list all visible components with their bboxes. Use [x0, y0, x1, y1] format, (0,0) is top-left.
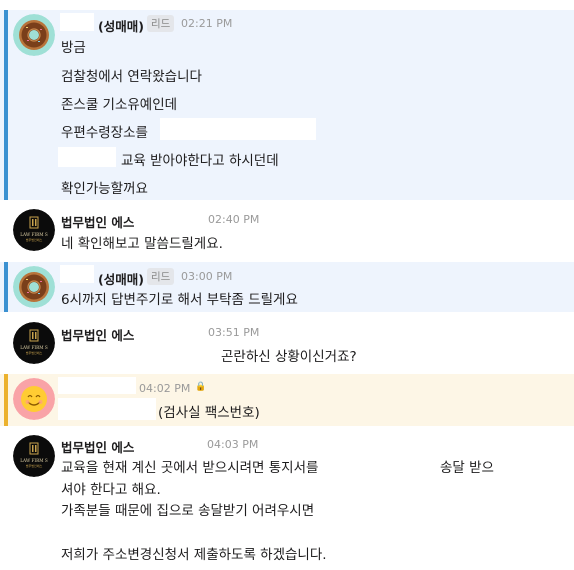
sender-name[interactable]: 법무법인 에스	[61, 325, 134, 344]
message-text: 6시까지 답변주기로 해서 부탁좀 드릴게요	[61, 292, 298, 308]
message-1: (성매매) 리드 02:21 PM 방금 검찰청에서 연락왔습니다 존스쿨 기소…	[0, 10, 574, 200]
highlight-bar	[4, 374, 8, 426]
message-6: LAW FIRM S 법무법인에스 법무법인 에스 04:03 PM 교육을 현…	[0, 431, 574, 570]
svg-text:LAW FIRM S: LAW FIRM S	[20, 458, 48, 463]
redacted-address	[160, 118, 316, 140]
message-text: (검사실 팩스번호)	[158, 405, 260, 421]
message-text: 가족분들 때문에 집으로 송달받기 어려우시면	[61, 503, 315, 519]
svg-text:법무법인에스: 법무법인에스	[26, 350, 43, 355]
svg-text:LAW FIRM S: LAW FIRM S	[20, 232, 48, 237]
message-text: 저희가 주소변경신청서 제출하도록 하겠습니다.	[61, 547, 327, 563]
message-2: LAW FIRM S 법무법인에스 법무법인 에스 02:40 PM 네 확인해…	[0, 205, 574, 257]
law-firm-logo-icon[interactable]: LAW FIRM S 법무법인에스	[13, 435, 55, 477]
message-3: (성매매) 리드 03:00 PM 6시까지 답변주기로 해서 부탁좀 드릴게요	[0, 262, 574, 312]
timestamp[interactable]: 03:51 PM	[208, 326, 259, 339]
message-text: 존스쿨 기소유예인데	[61, 97, 178, 113]
donut-avatar-icon[interactable]	[13, 266, 55, 308]
message-text: 교육을 현재 계신 곳에서 받으시려면 통지서를	[61, 460, 319, 476]
message-text: 셔야 한다고 해요.	[61, 482, 161, 498]
message-text: 우편수령장소를	[61, 125, 148, 141]
message-text: 검찰청에서 연락왔습니다	[61, 69, 202, 85]
law-firm-logo-icon[interactable]: LAW FIRM S 법무법인에스	[13, 209, 55, 251]
message-text: 송달 받으	[440, 460, 494, 476]
message-text: 확인가능할꺼요	[61, 181, 148, 197]
highlight-bar	[4, 10, 8, 200]
redacted-name	[58, 377, 136, 394]
redacted-text	[58, 147, 116, 167]
smile-avatar-icon[interactable]	[13, 378, 55, 420]
law-firm-logo-icon[interactable]: LAW FIRM S 법무법인에스	[13, 322, 55, 364]
redacted-name	[60, 13, 94, 31]
sender-name[interactable]: (성매매)	[98, 269, 144, 288]
svg-text:LAW FIRM S: LAW FIRM S	[20, 345, 48, 350]
redacted-name	[60, 265, 94, 283]
message-text: 네 확인해보고 말씀드릴게요.	[61, 236, 223, 252]
lead-tag: 리드	[147, 15, 175, 32]
sender-name[interactable]: 법무법인 에스	[61, 437, 134, 456]
timestamp[interactable]: 04:02 PM	[139, 382, 190, 395]
lock-icon: 🔒	[195, 382, 207, 392]
svg-text:법무법인에스: 법무법인에스	[26, 237, 43, 242]
redacted-fax-number	[58, 398, 156, 420]
lead-tag: 리드	[147, 268, 175, 285]
timestamp[interactable]: 02:40 PM	[208, 213, 259, 226]
highlight-bar	[4, 262, 8, 312]
message-text: 곤란하신 상황이신거죠?	[221, 349, 357, 365]
message-text: 방금	[61, 40, 86, 56]
sender-name[interactable]: (성매매)	[98, 16, 144, 35]
timestamp[interactable]: 03:00 PM	[181, 270, 232, 283]
message-5: 04:02 PM 🔒 (검사실 팩스번호)	[0, 374, 574, 426]
timestamp[interactable]: 02:21 PM	[181, 17, 232, 30]
message-text: 교육 받아야한다고 하시던데	[121, 153, 279, 169]
svg-text:법무법인에스: 법무법인에스	[26, 463, 43, 468]
donut-avatar-icon[interactable]	[13, 14, 55, 56]
timestamp[interactable]: 04:03 PM	[207, 438, 258, 451]
sender-name[interactable]: 법무법인 에스	[61, 212, 134, 231]
message-4: LAW FIRM S 법무법인에스 법무법인 에스 03:51 PM 곤란하신 …	[0, 318, 574, 368]
